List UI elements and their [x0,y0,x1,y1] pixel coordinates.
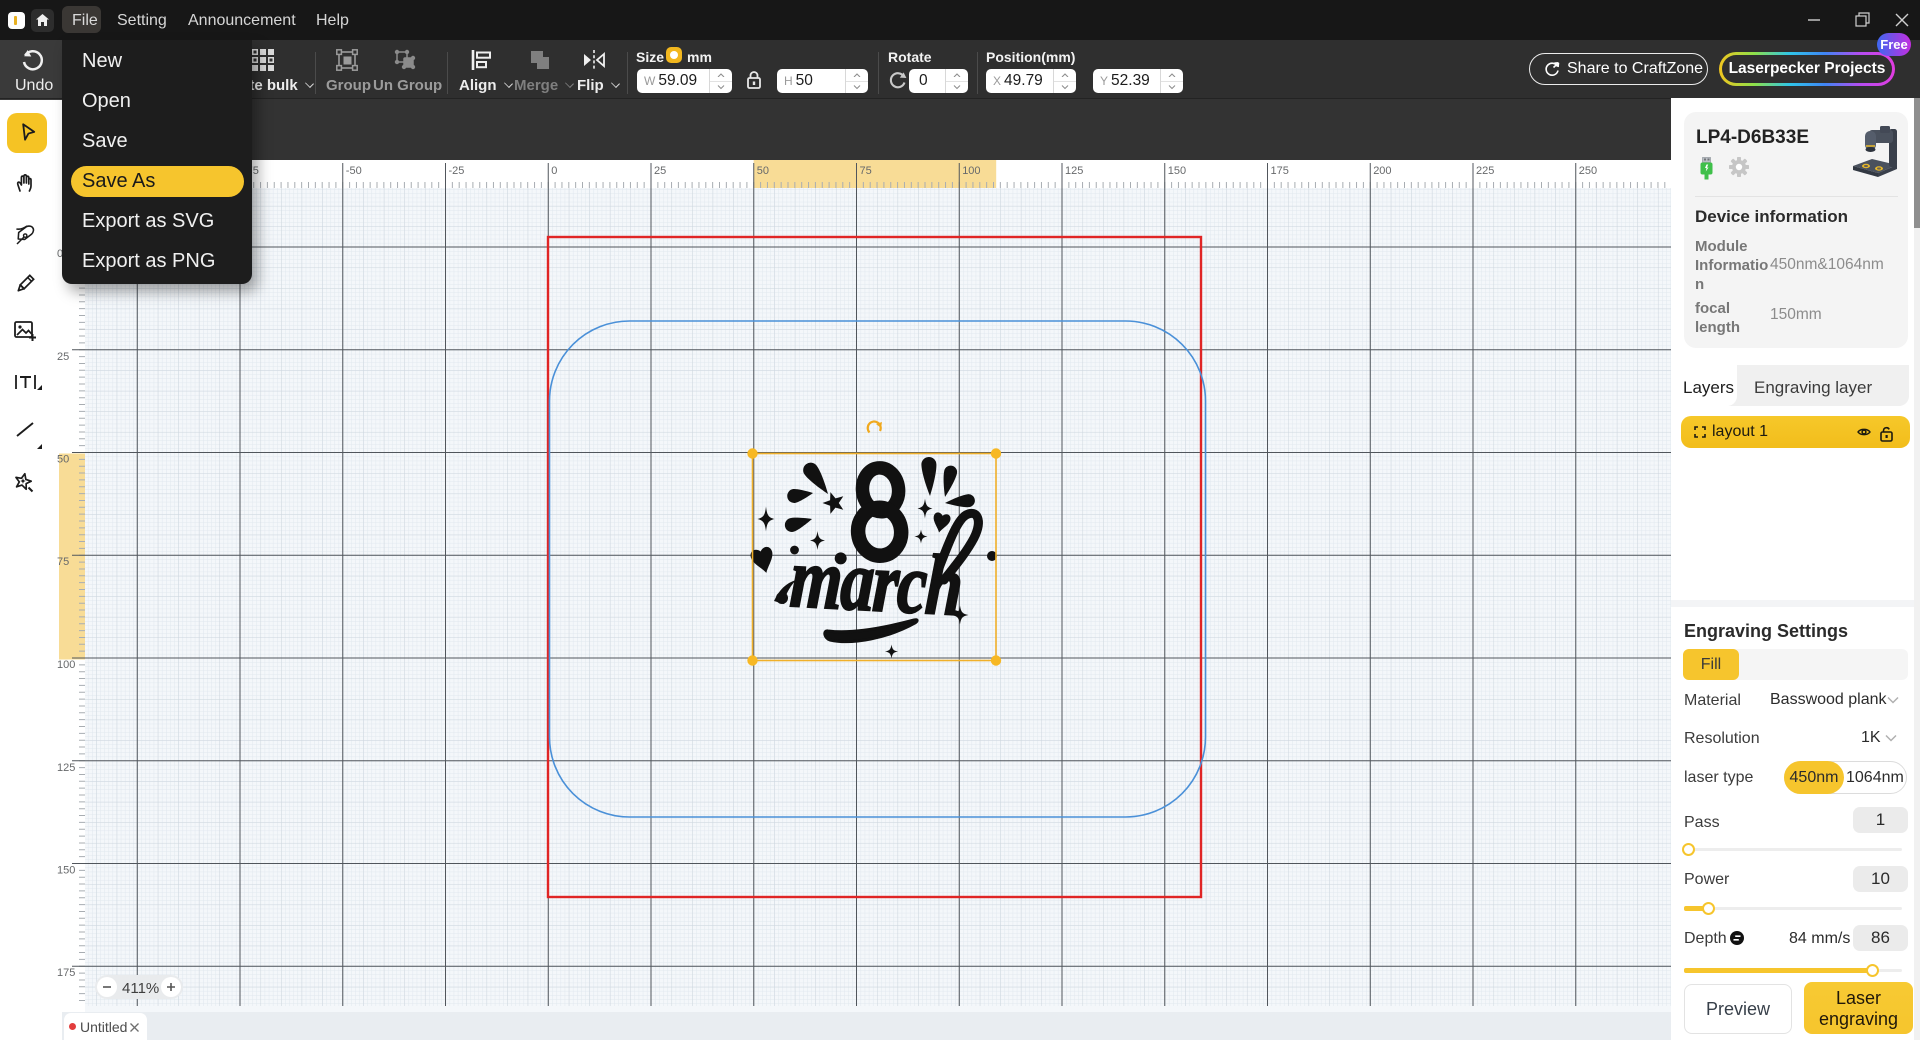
svg-text:125: 125 [57,762,75,774]
svg-text:150: 150 [57,865,75,877]
svg-text:175: 175 [57,967,75,979]
svg-text:march: march [788,529,964,634]
svg-text:75: 75 [860,165,872,177]
svg-text:100: 100 [962,165,980,177]
svg-text:175: 175 [1271,165,1289,177]
svg-text:50: 50 [757,165,769,177]
svg-text:50: 50 [57,454,69,466]
svg-text:25: 25 [57,351,69,363]
svg-text:-25: -25 [449,165,465,177]
svg-text:200: 200 [1373,165,1391,177]
svg-text:-50: -50 [346,165,362,177]
svg-text:250: 250 [1579,165,1597,177]
svg-text:100: 100 [57,659,75,671]
svg-text:225: 225 [1476,165,1494,177]
svg-text:25: 25 [654,165,666,177]
svg-text:0: 0 [551,165,557,177]
svg-text:125: 125 [1065,165,1083,177]
svg-text:75: 75 [57,556,69,568]
svg-text:150: 150 [1168,165,1186,177]
